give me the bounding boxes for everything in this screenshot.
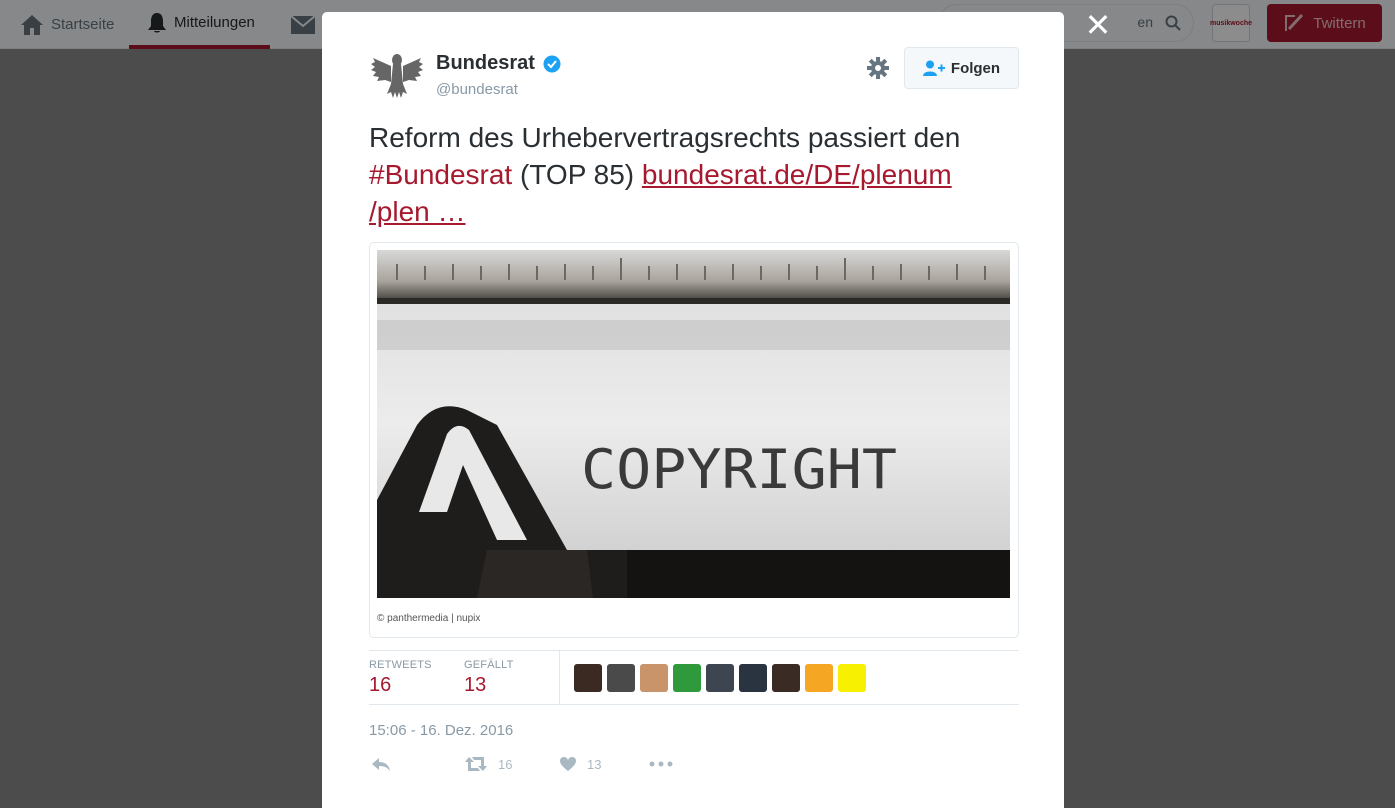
likers-list [574, 664, 866, 692]
tweet-image[interactable]: COPYRIGHT [377, 250, 1010, 598]
url-link-line2: /plen … [369, 196, 466, 227]
tweet-text: Reform des Urhebervertragsrechts passier… [369, 119, 1019, 230]
liker-avatar[interactable] [673, 664, 701, 692]
author-name[interactable]: Bundesrat [436, 52, 535, 75]
retweet-button[interactable]: 16 [464, 756, 512, 772]
tweet-stats: RETWEETS 16 GEFÄLLT 13 [369, 650, 1019, 705]
media-card[interactable]: COPYRIGHT © panthermedia | nupix [369, 242, 1019, 638]
follow-button[interactable]: Folgen [904, 47, 1019, 89]
liker-avatar[interactable] [706, 664, 734, 692]
liker-avatar[interactable] [739, 664, 767, 692]
liker-avatar[interactable] [574, 664, 602, 692]
like-count: 13 [587, 756, 602, 772]
verified-badge-icon [543, 55, 561, 73]
more-icon [649, 761, 673, 767]
likes-stat[interactable]: GEFÄLLT 13 [464, 659, 514, 697]
likes-label: GEFÄLLT [464, 659, 514, 671]
close-icon[interactable]: ✕ [1084, 9, 1112, 41]
copyright-text: COPYRIGHT [581, 438, 897, 501]
retweets-stat[interactable]: RETWEETS 16 [369, 659, 432, 697]
author-handle[interactable]: @bundesrat [436, 81, 518, 98]
url-link-line1: bundesrat.de/DE/plenum [641, 159, 952, 190]
tweet-text-part2: (TOP 85) [512, 159, 642, 190]
liker-avatar[interactable] [607, 664, 635, 692]
tweet-text-part1: Reform des Urhebervertragsrechts passier… [369, 122, 961, 153]
stats-divider [559, 651, 560, 704]
eagle-icon [371, 54, 423, 98]
reply-button[interactable] [371, 756, 391, 772]
tweet-timestamp[interactable]: 15:06 - 16. Dez. 2016 [369, 722, 513, 739]
typewriter-image: COPYRIGHT [377, 250, 1010, 598]
like-button[interactable]: 13 [559, 756, 601, 772]
liker-avatar[interactable] [640, 664, 668, 692]
likes-count: 13 [464, 674, 487, 696]
gear-icon[interactable] [866, 56, 890, 80]
liker-avatar[interactable] [805, 664, 833, 692]
heart-icon [560, 757, 576, 771]
add-user-icon [922, 60, 945, 76]
reply-icon [372, 758, 390, 771]
retweet-count: 16 [498, 756, 513, 772]
image-caption: © panthermedia | nupix [377, 613, 481, 624]
more-button[interactable] [649, 756, 673, 772]
liker-avatar[interactable] [772, 664, 800, 692]
liker-avatar[interactable] [838, 664, 866, 692]
tweet-modal: Bundesrat @bundesrat Folgen Reform des U… [322, 12, 1064, 808]
retweets-count: 16 [369, 674, 392, 696]
follow-button-label: Folgen [950, 59, 1001, 77]
hashtag-link[interactable]: #Bundesrat [369, 159, 512, 190]
retweets-label: RETWEETS [369, 659, 432, 671]
retweet-icon [465, 757, 487, 771]
